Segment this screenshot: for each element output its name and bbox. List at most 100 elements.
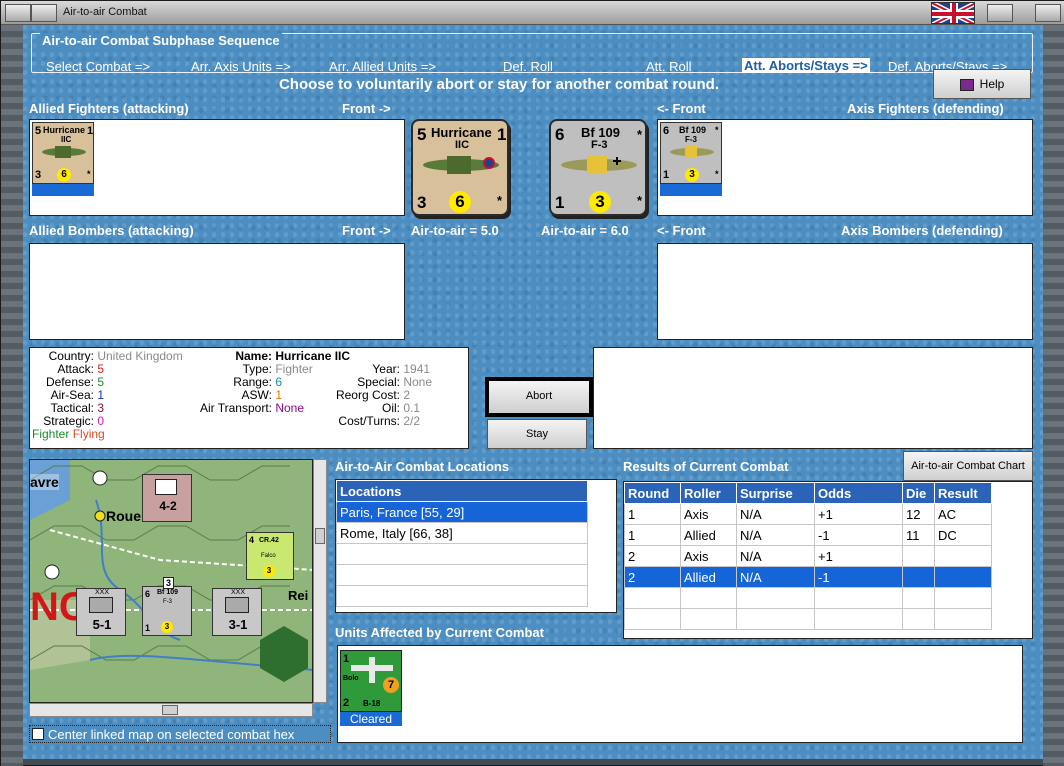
axis-fighter-counter[interactable]: 6 Bf 109 F-3 * 1 3 * bbox=[660, 122, 722, 184]
large-axis-defense: * bbox=[637, 127, 643, 142]
corps-1-size: XXX bbox=[95, 589, 110, 596]
axis-large-counter: 6 Bf 109 F-3 * 1 3 * bbox=[549, 119, 647, 216]
airsea-value: 1 bbox=[97, 388, 105, 402]
asw-value: 1 bbox=[275, 388, 283, 402]
step-select-combat: Select Combat => bbox=[46, 59, 151, 74]
result-surprise: N/A bbox=[736, 524, 815, 546]
help-book-icon bbox=[959, 78, 974, 91]
map-bf109-sub: F-3 bbox=[163, 599, 172, 605]
cost-value: 2/2 bbox=[403, 414, 421, 428]
map-cr42-unit[interactable]: 4 CR.42 Falco 3 bbox=[246, 532, 294, 580]
status-flying: Flying bbox=[72, 427, 105, 441]
air-combat-chart-button[interactable]: Air-to-air Combat Chart bbox=[903, 451, 1033, 481]
map-bf109-range: 3 bbox=[161, 621, 173, 633]
stay-button[interactable]: Stay bbox=[487, 419, 587, 449]
window-close-button[interactable] bbox=[1035, 4, 1061, 22]
linked-map[interactable]: NC avre Rouen Rei 4-2 XXX 5-1 XXX 3-1 4 … bbox=[29, 459, 313, 703]
strategic-value: 0 bbox=[97, 414, 105, 428]
large-counter-tactical: 3 bbox=[417, 193, 427, 212]
location-row-rome[interactable]: Rome, Italy [66, 38] bbox=[336, 522, 588, 544]
result-surprise: N/A bbox=[736, 545, 815, 567]
map-corps-unit-1[interactable]: XXX 5-1 bbox=[76, 588, 126, 636]
message-panel bbox=[593, 347, 1033, 449]
abort-button[interactable]: Abort bbox=[485, 377, 593, 417]
title-bar: Air-to-air Combat bbox=[1, 1, 1064, 25]
window-menu-button[interactable] bbox=[5, 4, 31, 22]
result-die: 12 bbox=[902, 503, 935, 525]
map-corps-unit-2[interactable]: XXX 3-1 bbox=[212, 588, 262, 636]
large-axis-star: * bbox=[637, 193, 643, 208]
type-value: Fighter bbox=[275, 362, 313, 376]
uk-flag-icon bbox=[931, 2, 975, 24]
window-minimize-button[interactable] bbox=[987, 4, 1013, 22]
step-def-roll: Def. Roll bbox=[503, 59, 553, 74]
affected-unit-counter[interactable]: 1 Bolo 7 2 B-18 bbox=[340, 650, 402, 712]
allied-fighter-counter[interactable]: 5 Hurricane IIC 1 3 6 * bbox=[32, 122, 94, 184]
axis-bombers-box[interactable] bbox=[657, 243, 1033, 340]
affected-units-panel[interactable]: 1 Bolo 7 2 B-18 Cleared bbox=[337, 645, 1023, 743]
range-value: 6 bbox=[275, 375, 283, 389]
info-left-column: Country: United Kingdom Attack: 5 Defens… bbox=[32, 350, 183, 441]
result-round: 1 bbox=[624, 503, 681, 525]
map-bf109-attack: 6 bbox=[145, 589, 151, 599]
result-row[interactable]: 1 Axis N/A +1 12 AC bbox=[624, 503, 992, 525]
result-row[interactable]: 1 Allied N/A -1 11 DC bbox=[624, 524, 992, 546]
counter-name: Hurricane bbox=[43, 125, 86, 135]
window-restore-button[interactable] bbox=[31, 4, 57, 22]
col-roller: Roller bbox=[680, 482, 737, 504]
help-button[interactable]: Help bbox=[933, 69, 1031, 99]
location-row-paris[interactable]: Paris, France [55, 29] bbox=[336, 501, 588, 523]
large-axis-variant: F-3 bbox=[591, 139, 608, 151]
locations-panel[interactable]: Locations Paris, France [55, 29] Rome, I… bbox=[335, 479, 617, 613]
center-map-checkbox[interactable] bbox=[32, 728, 44, 740]
instruction-text: Choose to voluntarily abort or stay for … bbox=[278, 76, 720, 93]
cr42-range: 3 bbox=[263, 565, 275, 577]
result-outcome: DC bbox=[934, 524, 992, 546]
affected-status: Cleared bbox=[340, 712, 402, 726]
col-round: Round bbox=[624, 482, 681, 504]
axis-counter-attack: 6 bbox=[663, 125, 670, 137]
bf109-large-icon bbox=[561, 156, 637, 174]
front-left-label-2: <- Front bbox=[657, 223, 706, 238]
result-roller: Axis bbox=[680, 503, 737, 525]
cr42-name: CR.42 bbox=[259, 537, 279, 544]
map-vscroll-thumb[interactable] bbox=[315, 528, 325, 544]
allied-bombers-box[interactable] bbox=[29, 243, 405, 340]
affected-name: Bolo bbox=[343, 675, 359, 682]
counter-attack: 5 bbox=[35, 125, 42, 137]
allied-fighters-box[interactable]: 5 Hurricane IIC 1 3 6 * bbox=[29, 119, 405, 216]
reorg-value: 2 bbox=[403, 388, 411, 402]
result-odds: +1 bbox=[814, 503, 903, 525]
large-counter-name: Hurricane bbox=[431, 125, 492, 140]
axis-fighters-box[interactable]: 6 Bf 109 F-3 * 1 3 * bbox=[657, 119, 1033, 216]
corps-2-symbol-icon bbox=[225, 597, 249, 613]
corps-2-value: 3-1 bbox=[228, 617, 248, 632]
location-row-empty bbox=[336, 543, 588, 565]
col-result: Result bbox=[934, 482, 992, 504]
sequence-title: Air-to-air Combat Subphase Sequence bbox=[40, 33, 282, 48]
result-row-selected[interactable]: 2 Allied N/A -1 bbox=[624, 566, 992, 588]
location-row-empty bbox=[336, 585, 588, 607]
step-att-roll: Att. Roll bbox=[646, 59, 692, 74]
unit-info-panel: Country: United Kingdom Attack: 5 Defens… bbox=[29, 347, 469, 449]
map-hq-unit[interactable]: 4-2 bbox=[142, 474, 192, 522]
main-panel: Air-to-air Combat Subphase Sequence Sele… bbox=[23, 25, 1043, 759]
status-fighter: Fighter bbox=[32, 427, 70, 441]
result-row-empty bbox=[624, 608, 992, 630]
axis-counter-star: * bbox=[715, 169, 719, 179]
map-hscroll-thumb[interactable] bbox=[162, 705, 178, 715]
result-die bbox=[902, 545, 935, 567]
map-horizontal-scrollbar[interactable] bbox=[29, 703, 313, 717]
map-bf109-name: Bf 109 bbox=[157, 589, 179, 596]
map-vertical-scrollbar[interactable] bbox=[313, 459, 327, 703]
result-odds: -1 bbox=[814, 566, 903, 588]
result-surprise: N/A bbox=[736, 503, 815, 525]
result-row[interactable]: 2 Axis N/A +1 bbox=[624, 545, 992, 567]
center-map-option[interactable]: Center linked map on selected combat hex bbox=[29, 725, 331, 743]
corps-1-value: 5-1 bbox=[92, 617, 112, 632]
map-bf109-defense: 1 bbox=[145, 623, 151, 633]
attack-value: 5 bbox=[97, 362, 105, 376]
right-frame bbox=[1043, 25, 1064, 766]
map-bf109-unit[interactable]: 6 Bf 109 F-3 1 3 3 bbox=[142, 577, 192, 636]
step-arr-axis: Arr. Axis Units => bbox=[191, 59, 291, 74]
